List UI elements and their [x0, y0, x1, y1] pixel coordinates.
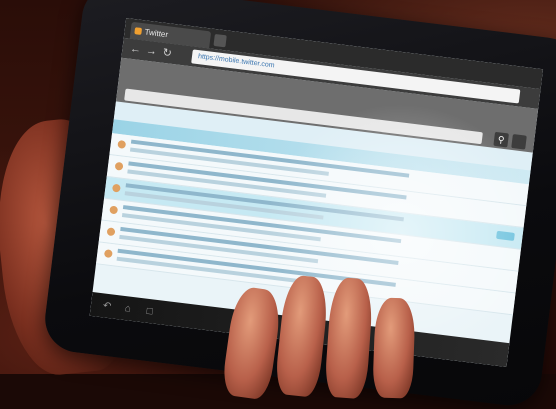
avatar-icon — [117, 139, 127, 149]
back-icon[interactable]: ← — [128, 42, 144, 58]
avatar-icon — [109, 205, 119, 215]
finger — [273, 274, 331, 398]
back-nav-icon[interactable]: ↶ — [102, 300, 115, 312]
favicon-icon — [134, 27, 143, 35]
home-icon[interactable]: ⌂ — [124, 303, 137, 315]
avatar-icon — [114, 161, 124, 171]
avatar-icon — [103, 249, 113, 259]
tab-title: Twitter — [144, 27, 169, 40]
url-text: https://mobile.twitter.com — [197, 53, 275, 70]
recent-apps-icon[interactable]: □ — [146, 306, 159, 318]
avatar-icon — [106, 227, 116, 237]
avatar-icon — [111, 183, 121, 193]
forward-icon[interactable]: → — [144, 44, 160, 60]
finger — [372, 297, 416, 399]
finger — [323, 276, 375, 400]
finger — [220, 285, 284, 401]
new-tab-button[interactable] — [213, 33, 227, 48]
right-hand — [220, 258, 458, 401]
reload-icon[interactable]: ↻ — [159, 45, 175, 61]
